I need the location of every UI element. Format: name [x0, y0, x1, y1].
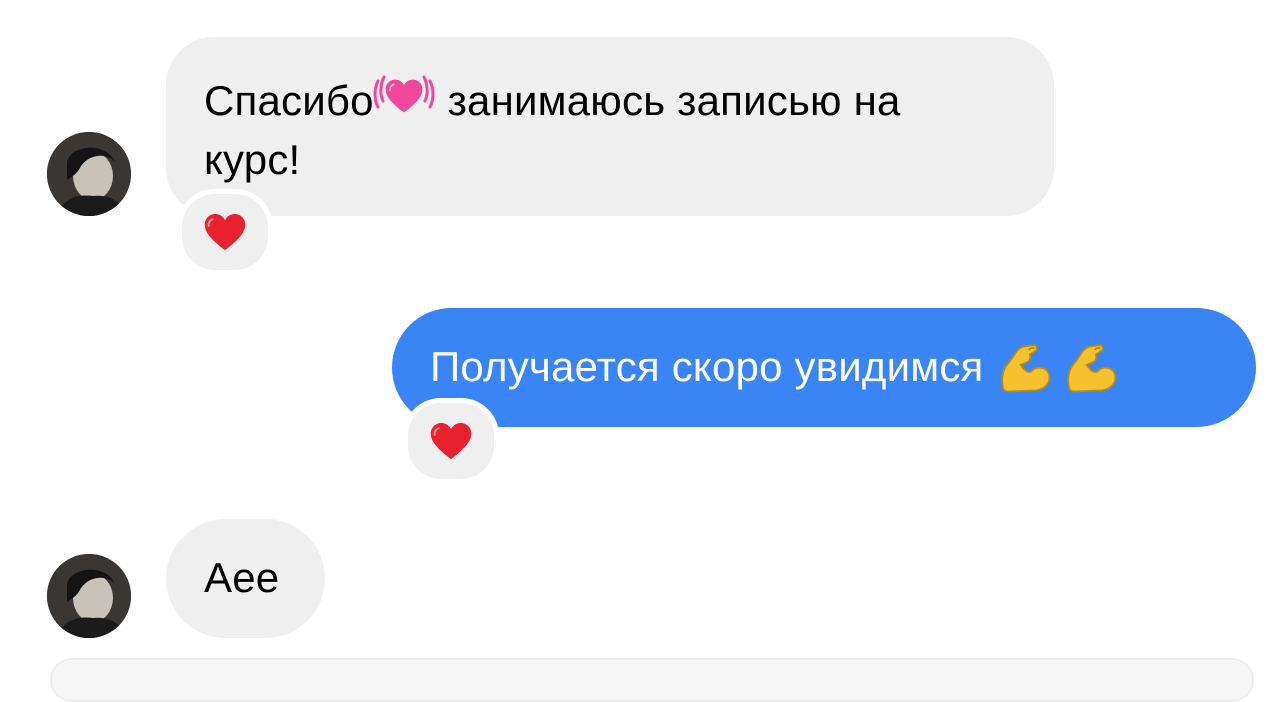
- reaction-badge[interactable]: [177, 189, 273, 275]
- message-composer[interactable]: [50, 658, 1254, 702]
- message-text: Получается скоро увидимся: [430, 343, 996, 390]
- message-text: курс!: [204, 135, 301, 183]
- flexed-biceps-icon: [995, 337, 1053, 395]
- incoming-message-bubble[interactable]: Спасибо занимаюсь записью на курс!: [166, 37, 1054, 216]
- beating-heart-icon: [372, 67, 436, 125]
- avatar[interactable]: [47, 554, 131, 638]
- flexed-biceps-icon: [1061, 337, 1119, 395]
- outgoing-message-bubble[interactable]: Получается скоро увидимся: [392, 308, 1256, 427]
- message-text: занимаюсь записью на: [435, 77, 901, 124]
- message-text: Спасибо: [204, 77, 374, 124]
- red-heart-icon: [429, 421, 473, 461]
- incoming-message-bubble[interactable]: Аее: [166, 519, 325, 638]
- message-text: Аее: [204, 554, 280, 601]
- avatar[interactable]: [47, 132, 131, 216]
- reaction-badge[interactable]: [403, 398, 499, 484]
- red-heart-icon: [203, 212, 247, 252]
